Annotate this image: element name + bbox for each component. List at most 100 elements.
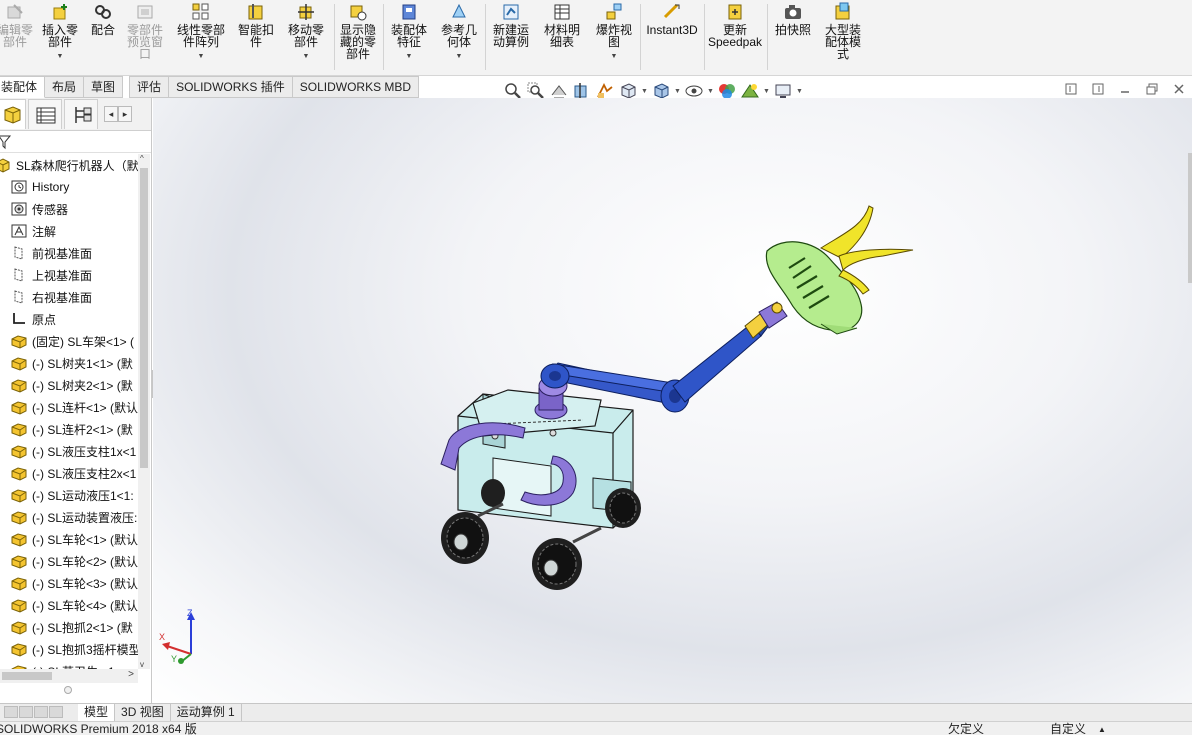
assembly-features-button[interactable]: 装配体 特征 ▼	[386, 2, 432, 63]
split-panel-icon[interactable]	[1091, 82, 1105, 96]
tab-solidworks-addins[interactable]: SOLIDWORKS 插件	[169, 76, 293, 98]
take-snapshot-button[interactable]: 拍快照	[770, 2, 816, 36]
tab-configuration-manager[interactable]	[64, 99, 98, 129]
tree-item-component[interactable]: (-) SL树夹2<1> (默	[0, 374, 138, 396]
tree-item-feature[interactable]: 原点	[0, 308, 138, 330]
bill-of-materials-button[interactable]: 材料明 细表	[540, 2, 584, 48]
tree-vertical-scrollbar[interactable]: ^ v	[138, 154, 150, 669]
tree-item-feature[interactable]: History	[0, 176, 138, 198]
tree-item-component[interactable]: (-) SL车轮<1> (默认	[0, 528, 138, 550]
insert-component-button[interactable]: 插入零 部件 ▼	[38, 2, 82, 63]
first-tab-button[interactable]	[4, 706, 18, 718]
tab-layout[interactable]: 布局	[45, 76, 85, 98]
tree-item-component[interactable]: (-) SL液压支柱1x<1	[0, 440, 138, 462]
tab-assembly[interactable]: 装配体	[0, 76, 46, 98]
chevron-down-icon[interactable]: ▼	[763, 88, 770, 95]
chevron-down-icon[interactable]: ▼	[406, 51, 413, 63]
tree-horizontal-scroll-thumb[interactable]	[2, 672, 52, 680]
camera-icon	[783, 2, 803, 22]
tree-filter-bar[interactable]	[0, 131, 151, 153]
tab-evaluate[interactable]: 评估	[129, 76, 170, 98]
wheel-front-right[interactable]	[532, 538, 582, 590]
tree-item-component[interactable]: (-) SL抱抓3摇杆模型	[0, 638, 138, 660]
tree-horizontal-scrollbar[interactable]: >	[0, 669, 138, 683]
instant3d-button[interactable]: Instant3D	[644, 2, 700, 36]
tree-root-assembly[interactable]: SL森林爬行机器人（默认	[0, 154, 138, 176]
previous-tab-button[interactable]	[19, 706, 33, 718]
tree-item-component[interactable]: (-) SL车轮<3> (默认	[0, 572, 138, 594]
tree-item-component[interactable]: (-) SL运动装置液压:	[0, 506, 138, 528]
wheel-front-left[interactable]	[441, 512, 489, 564]
move-component-button[interactable]: 移动零 部件 ▼	[282, 2, 330, 63]
tree-item-component[interactable]: (-) SL抱抓2<1> (默	[0, 616, 138, 638]
chevron-down-icon[interactable]: ▼	[796, 88, 803, 95]
large-assembly-mode-button[interactable]: 大型装 配体模 式	[820, 2, 866, 60]
chevron-down-icon[interactable]: ▼	[303, 51, 310, 63]
chevron-down-icon[interactable]: ▼	[641, 88, 648, 95]
ribbon-separator	[767, 4, 768, 70]
next-tab-button[interactable]	[34, 706, 48, 718]
component-preview-button[interactable]: 零部件 预览窗 口	[122, 2, 168, 60]
restore-panel-icon[interactable]	[1064, 82, 1078, 96]
minimize-icon[interactable]	[1118, 82, 1132, 96]
chevron-down-icon[interactable]: ▼	[57, 51, 64, 63]
chevron-down-icon[interactable]: ▼	[674, 88, 681, 95]
update-speedpak-button[interactable]: 更新 Speedpak	[706, 2, 764, 48]
exploded-view-button[interactable]: 爆炸视 图 ▼	[592, 2, 636, 63]
wheel-rear-right[interactable]	[605, 488, 641, 528]
tree-item-component[interactable]: (-) SL连杆<1> (默认	[0, 396, 138, 418]
tree-item-component[interactable]: (-) SL树夹1<1> (默	[0, 352, 138, 374]
scroll-right-arrow[interactable]: >	[128, 669, 134, 680]
filter-icon[interactable]	[0, 134, 12, 150]
tab-sketch[interactable]: 草图	[84, 76, 124, 98]
edit-component-button[interactable]: 编辑零 部件	[0, 2, 36, 48]
tab-feature-manager[interactable]	[0, 99, 26, 129]
new-motion-study-button[interactable]: 新建运 动算例	[488, 2, 534, 48]
tab-3d-view[interactable]: 3D 视图	[115, 704, 171, 721]
tab-scroll-right-button[interactable]: ▸	[118, 106, 132, 122]
chevron-down-icon[interactable]: ▼	[707, 88, 714, 95]
last-tab-button[interactable]	[49, 706, 63, 718]
tree-item-label: (固定) SL车架<1> (	[32, 334, 135, 349]
smart-fasteners-button[interactable]: 智能扣 件	[234, 2, 278, 48]
tree-item-feature[interactable]: 上视基准面	[0, 264, 138, 286]
tree-item-feature[interactable]: 前视基准面	[0, 242, 138, 264]
insert-component-icon	[50, 2, 70, 22]
tree-item-component[interactable]: (固定) SL车架<1> (	[0, 330, 138, 352]
tree-item-feature[interactable]: 注解	[0, 220, 138, 242]
graphics-viewport[interactable]: Z X Y	[153, 98, 1192, 703]
maximize-icon[interactable]	[1145, 82, 1159, 96]
tree-item-component[interactable]: (-) SL液压支柱2x<1	[0, 462, 138, 484]
tree-vertical-scroll-thumb[interactable]	[140, 168, 148, 468]
reference-geometry-button[interactable]: 参考几 何体 ▼	[436, 2, 482, 63]
chevron-down-icon[interactable]: ▼	[198, 51, 205, 63]
show-hidden-components-button[interactable]: 显示隐 藏的零 部件	[336, 2, 380, 60]
tree-item-feature[interactable]: 传感器	[0, 198, 138, 220]
chevron-down-icon[interactable]: ▼	[611, 51, 618, 63]
bottom-tab-bar: 模型 3D 视图 运动算例 1	[0, 703, 1192, 721]
wheel-rear-left[interactable]	[481, 479, 505, 507]
chevron-up-icon[interactable]: ▲	[1098, 723, 1106, 735]
close-icon[interactable]	[1172, 82, 1186, 96]
ribbon-separator	[640, 4, 641, 70]
tree-item-component[interactable]: (-) SL车轮<4> (默认	[0, 594, 138, 616]
chevron-down-icon[interactable]: ▼	[456, 51, 463, 63]
tab-solidworks-mbd[interactable]: SOLIDWORKS MBD	[292, 76, 420, 98]
panel-resize-grip[interactable]	[64, 686, 72, 694]
scroll-down-arrow[interactable]: v	[140, 660, 144, 669]
tab-scroll-left-button[interactable]: ◂	[104, 106, 118, 122]
wrist-joint[interactable]	[744, 301, 788, 339]
tree-item-feature[interactable]: 右视基准面	[0, 286, 138, 308]
tab-motion-study-1[interactable]: 运动算例 1	[171, 704, 242, 721]
mate-button[interactable]: 配合	[86, 2, 120, 36]
status-units-field[interactable]: 自定义	[1050, 723, 1086, 735]
tab-model[interactable]: 模型	[78, 704, 116, 721]
tree-item-component[interactable]: (-) SL草卫生...1...	[0, 660, 138, 669]
tree-item-component[interactable]: (-) SL连杆2<1> (默	[0, 418, 138, 440]
linear-pattern-button[interactable]: 线性零部 件阵列 ▼	[172, 2, 230, 63]
tree-item-component[interactable]: (-) SL车轮<2> (默认	[0, 550, 138, 572]
tab-property-manager[interactable]	[28, 99, 62, 129]
scroll-up-arrow[interactable]: ^	[140, 154, 144, 163]
tree-item-component[interactable]: (-) SL运动液压1<1:	[0, 484, 138, 506]
robot-assembly-model[interactable]	[153, 98, 1192, 703]
